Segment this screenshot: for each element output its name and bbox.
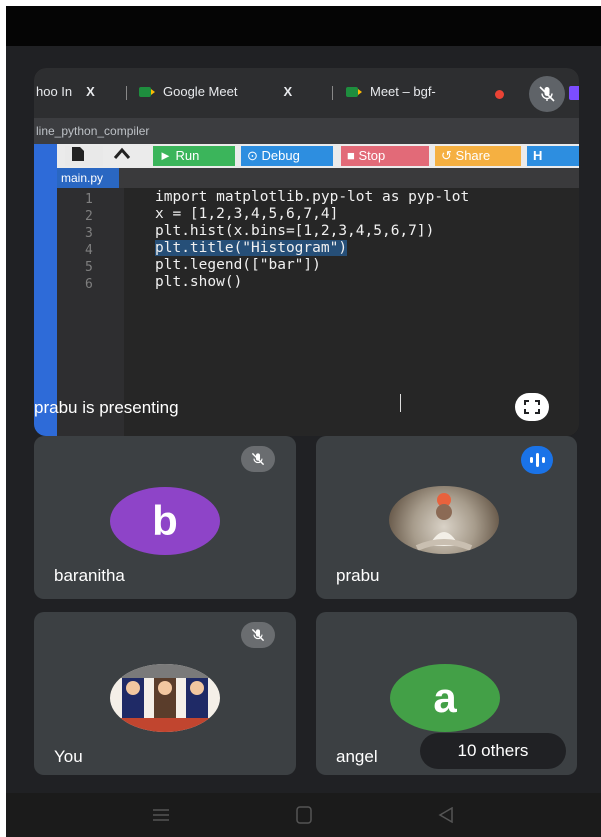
avatar	[110, 664, 220, 732]
share-label: Share	[455, 148, 491, 163]
line-number: 4	[85, 243, 93, 258]
presenting-caption: prabu is presenting	[34, 398, 179, 417]
participant-tile-prabu[interactable]: prabu	[316, 436, 577, 599]
file-tabs: main.py	[57, 168, 579, 188]
participant-name: You	[54, 747, 83, 766]
stop-icon: ■	[347, 148, 355, 163]
share-icon: ↺	[441, 148, 452, 163]
tab-extension-icon	[569, 86, 579, 100]
line-number: 3	[85, 226, 93, 241]
code-line: plt.legend(["bar"])	[155, 257, 321, 273]
text-cursor	[400, 394, 401, 412]
share-button[interactable]: ↺ Share	[435, 146, 521, 166]
code-line-selected: plt.title("Histogram")	[155, 240, 348, 256]
line-number: 2	[85, 209, 93, 224]
menu-icon[interactable]	[152, 808, 170, 822]
recording-icon	[495, 90, 504, 99]
browser-tab-meet[interactable]: Meet – bgf-	[346, 84, 436, 99]
ide-side-strip	[34, 144, 57, 436]
tab-label: hoo In	[36, 84, 73, 99]
home-icon[interactable]	[296, 806, 312, 824]
address-bar[interactable]: line_python_compiler	[34, 118, 579, 144]
tab-label: Meet – bgf-	[370, 84, 436, 99]
browser-tab[interactable]: hoo In X	[36, 84, 95, 99]
fullscreen-button[interactable]	[515, 393, 549, 421]
tab-divider	[332, 86, 333, 100]
mic-off-icon	[529, 76, 565, 112]
tab-divider	[126, 86, 127, 100]
debug-icon: ⊙	[247, 148, 258, 163]
fullscreen-icon	[524, 400, 540, 414]
debug-button[interactable]: ⊙ Debug	[241, 146, 333, 166]
participant-name: angel	[336, 747, 378, 766]
run-button[interactable]: ► Run	[153, 146, 235, 166]
save-button[interactable]: H	[527, 146, 579, 166]
run-label: Run	[175, 148, 200, 163]
participant-tile-angel[interactable]: a angel 10 others	[316, 612, 577, 775]
browser-tab-google-meet[interactable]: Google Meet X	[139, 84, 292, 99]
save-icon: H	[533, 148, 543, 163]
participant-name: prabu	[336, 566, 380, 585]
others-button[interactable]: 10 others	[420, 733, 566, 769]
line-number: 6	[85, 277, 93, 292]
participant-tile-you[interactable]: You	[34, 612, 296, 775]
browser-tab-bar: hoo In X Google Meet X Meet – bgf-	[34, 68, 579, 118]
file-tab-main-py[interactable]: main.py	[57, 168, 119, 188]
tab-label: Google Meet	[163, 84, 238, 99]
share-code-button[interactable]	[107, 146, 147, 166]
code-line: plt.hist(x.bins=[1,2,3,4,5,6,7])	[155, 223, 435, 239]
up-arrow-icon	[113, 147, 131, 159]
avatar: a	[390, 664, 500, 732]
debug-label: Debug	[261, 148, 300, 163]
avatar	[389, 486, 499, 554]
presentation-tile[interactable]: hoo In X Google Meet X Meet – bgf- line_py…	[34, 68, 579, 436]
line-number: 5	[85, 260, 93, 275]
code-line: x = [1,2,3,4,5,6,7,4]	[155, 206, 339, 222]
file-button[interactable]	[65, 146, 103, 166]
code-line: plt.show()	[155, 274, 243, 290]
status-bar	[6, 6, 601, 46]
google-meet-icon	[346, 87, 362, 97]
google-meet-icon	[139, 87, 155, 97]
phone-screen: hoo In X Google Meet X Meet – bgf- line_py…	[6, 6, 601, 837]
back-icon[interactable]	[438, 807, 454, 823]
avatar: b	[110, 487, 220, 555]
mic-off-icon	[241, 446, 275, 472]
file-icon	[72, 147, 84, 161]
ide-toolbar: ► Run ⊙ Debug ■ Stop ↺ Share H	[57, 144, 579, 168]
tab-close-icon[interactable]: X	[283, 84, 292, 99]
code-line: import matplotlib.pyp-lot as pyp-lot	[155, 189, 470, 205]
stop-button[interactable]: ■ Stop	[341, 146, 429, 166]
line-number: 1	[85, 192, 93, 207]
mic-off-icon	[241, 622, 275, 648]
navigation-bar	[6, 793, 601, 837]
participant-name: baranitha	[54, 566, 125, 585]
stop-label: Stop	[358, 148, 386, 163]
tab-close-icon[interactable]: X	[86, 84, 95, 99]
online-compiler: ► Run ⊙ Debug ■ Stop ↺ Share H main.py 1…	[34, 144, 579, 436]
participant-tile-baranitha[interactable]: b baranitha	[34, 436, 296, 599]
speaking-icon	[521, 446, 553, 474]
play-icon: ►	[159, 148, 172, 163]
